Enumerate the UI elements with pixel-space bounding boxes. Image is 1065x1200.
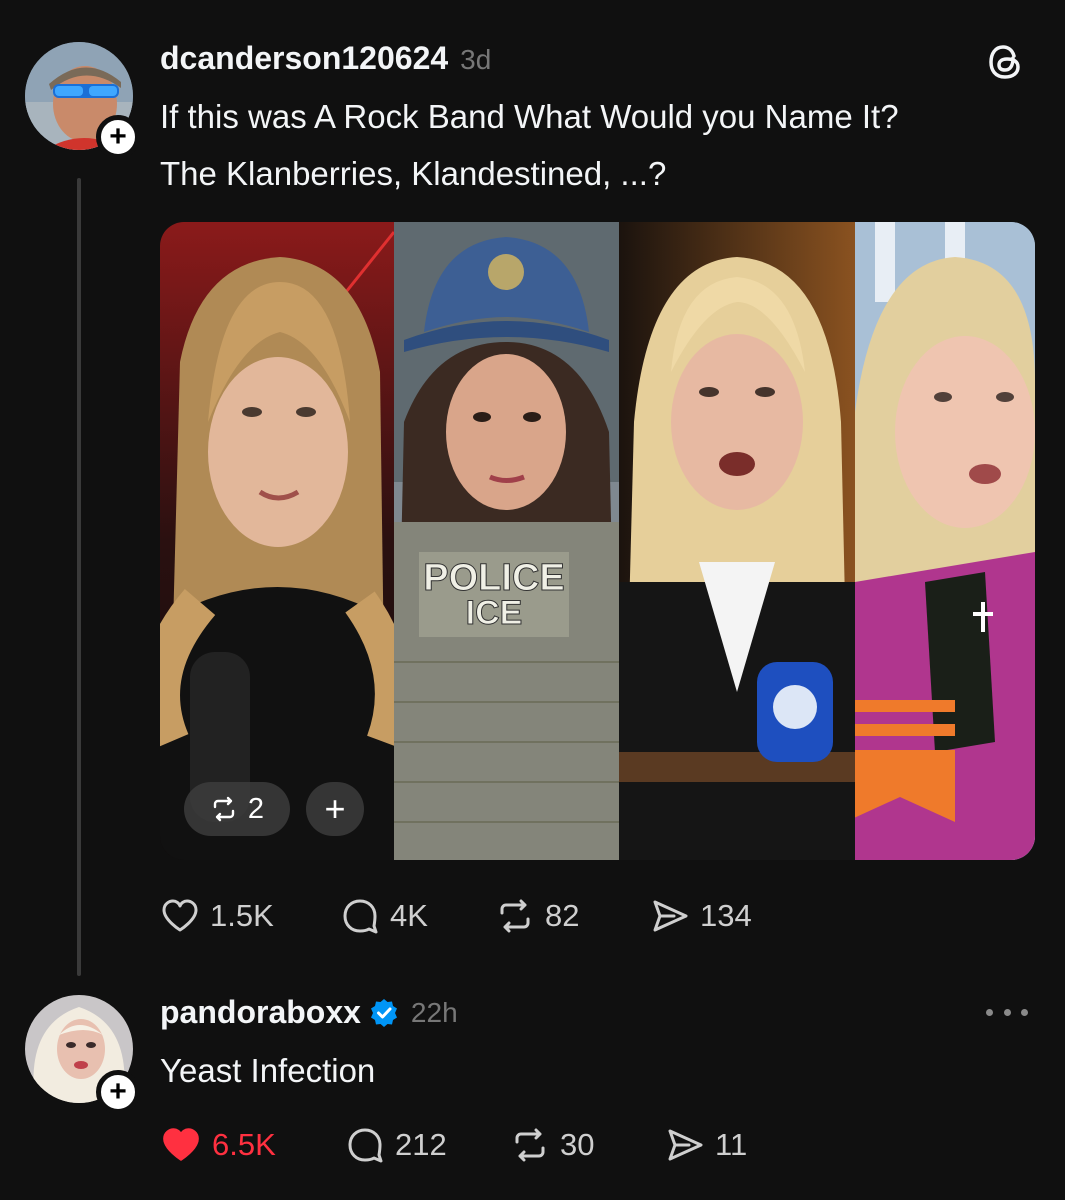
reply-repost-button[interactable]: 30 (510, 1124, 665, 1166)
repost-icon (500, 899, 530, 933)
reply-like-button[interactable]: 6.5K (160, 1124, 345, 1166)
repost-count: 2 (247, 792, 265, 825)
reply-repost-count: 30 (560, 1127, 595, 1162)
reply-reply-count: 212 (395, 1127, 447, 1162)
image-panel-2: POLICE ICE (394, 222, 619, 860)
image-panel-1: 2 + (160, 222, 394, 860)
image-panel-4 (855, 222, 1035, 860)
reply-count: 4K (390, 898, 428, 933)
repost-icon (213, 796, 235, 822)
reply-username[interactable]: pandoraboxx (160, 994, 361, 1031)
add-to-feed-button[interactable]: + (306, 782, 364, 836)
reply-share-count: 11 (715, 1127, 748, 1162)
heart-icon (162, 899, 198, 932)
comment-icon (343, 899, 378, 934)
share-button[interactable]: 134 (650, 896, 800, 936)
post-actions: 1.5K 4K 82 134 (160, 896, 800, 936)
verified-badge-icon (370, 998, 397, 1027)
heart-icon (163, 1128, 199, 1161)
post-image[interactable]: 2 + POLICE ICE (160, 222, 1035, 860)
reply-time: 22h (410, 996, 458, 1028)
comment-icon (348, 1128, 383, 1163)
follow-plus-icon[interactable]: + (96, 115, 140, 159)
reply-actions: 6.5K 212 30 11 (160, 1124, 785, 1166)
repost-count: 82 (545, 898, 580, 933)
reply-button[interactable]: 4K (340, 896, 495, 936)
threads-logo-icon[interactable] (986, 42, 1026, 82)
post-time: 3d (460, 44, 492, 75)
vest-label-ice: ICE (466, 594, 523, 632)
author-username[interactable]: dcanderson120624 (160, 40, 448, 77)
share-icon (668, 1129, 703, 1161)
share-count: 134 (700, 898, 752, 933)
reply-text: Yeast Infection (160, 1052, 376, 1089)
more-icon[interactable] (986, 1002, 1028, 1022)
post-text-line-2: The Klanberries, Klandestined, ...? (160, 155, 667, 192)
reply-reply-button[interactable]: 212 (345, 1124, 510, 1166)
reply-follow-plus-icon[interactable]: + (96, 1070, 140, 1114)
share-icon (653, 900, 688, 932)
reply-share-button[interactable]: 11 (665, 1124, 785, 1166)
repost-button[interactable]: 82 (495, 896, 650, 936)
thread-line (77, 178, 81, 976)
repost-count-pill[interactable]: 2 (184, 782, 290, 836)
image-panel-3 (619, 222, 855, 860)
like-button[interactable]: 1.5K (160, 896, 340, 936)
vest-label-police: POLICE (423, 557, 564, 599)
reply-like-count: 6.5K (212, 1127, 276, 1162)
repost-icon (515, 1128, 545, 1162)
like-count: 1.5K (210, 898, 274, 933)
post-text-line-1: If this was A Rock Band What Would you N… (160, 98, 899, 135)
